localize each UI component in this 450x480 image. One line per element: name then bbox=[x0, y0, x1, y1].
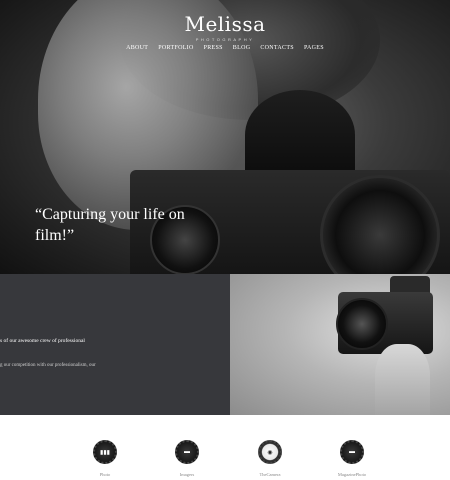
press-section: ▮▮▮ Photo ▬ Imagers ◉ TheCamera ▬ Magazi… bbox=[0, 415, 450, 480]
hero-tagline: “Capturing your life on film!” bbox=[35, 206, 185, 244]
nav-pages[interactable]: PAGES bbox=[304, 45, 324, 51]
intro-photo bbox=[230, 274, 450, 415]
nav-about[interactable]: ABOUT bbox=[126, 45, 148, 51]
intro-photo-lens bbox=[336, 298, 388, 350]
press-badge-caption: TheCamera bbox=[259, 472, 281, 477]
press-badge-imagers[interactable]: ▬ Imagers bbox=[167, 440, 207, 477]
site-logo-subtitle: PHOTOGRAPHY bbox=[195, 37, 255, 42]
hero-section: Melissa PHOTOGRAPHY ABOUT PORTFOLIO PRES… bbox=[0, 0, 450, 274]
press-badge-caption: MagazinePhoto bbox=[337, 472, 367, 477]
press-badge-thecamera[interactable]: ◉ TheCamera bbox=[250, 440, 290, 477]
press-badge-photo[interactable]: ▮▮▮ Photo bbox=[85, 440, 125, 477]
press-badge-magazinephoto[interactable]: ▬ MagazinePhoto bbox=[332, 440, 372, 477]
intro-heading: s of our awesome crew of professional bbox=[0, 338, 85, 344]
site-logo[interactable]: Melissa bbox=[0, 12, 450, 36]
intro-photo-hand bbox=[375, 344, 430, 415]
press-badge-caption: Photo bbox=[99, 472, 111, 477]
thecamera-seal-icon: ◉ bbox=[258, 440, 282, 464]
magazinephoto-seal-icon: ▬ bbox=[340, 440, 364, 464]
nav-portfolio[interactable]: PORTFOLIO bbox=[158, 45, 193, 51]
hero-camera-viewfinder bbox=[245, 90, 355, 180]
photo-seal-icon: ▮▮▮ bbox=[93, 440, 117, 464]
nav-contacts[interactable]: CONTACTS bbox=[260, 45, 294, 51]
press-badge-caption: Imagers bbox=[179, 472, 195, 477]
intro-panel: s of our awesome crew of professional g … bbox=[0, 274, 230, 415]
nav-press[interactable]: PRESS bbox=[204, 45, 223, 51]
nav-blog[interactable]: BLOG bbox=[233, 45, 251, 51]
intro-text: g our competition with our professionali… bbox=[0, 363, 96, 368]
imagers-seal-icon: ▬ bbox=[175, 440, 199, 464]
main-nav: ABOUT PORTFOLIO PRESS BLOG CONTACTS PAGE… bbox=[0, 45, 450, 51]
